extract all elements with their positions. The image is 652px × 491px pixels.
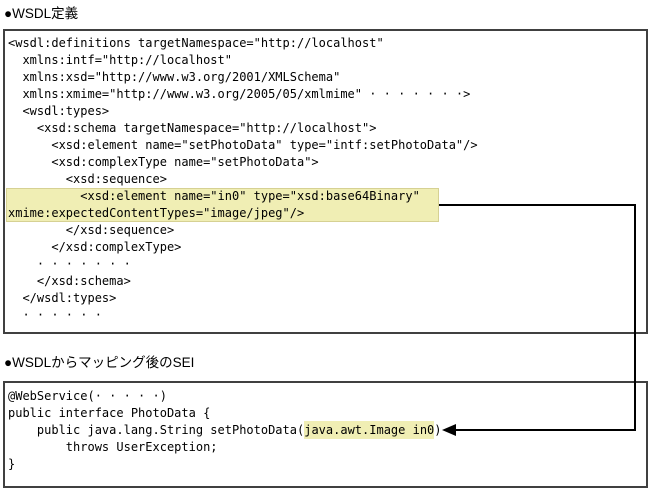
code-line: · · · · · ·: [8, 308, 102, 322]
code-line: <xsd:schema targetNamespace="http://loca…: [8, 121, 377, 135]
code-line: <wsdl:types>: [8, 104, 110, 118]
sei-code-box: @WebService(· · · · ·) public interface …: [3, 381, 648, 488]
sei-code: @WebService(· · · · ·) public interface …: [5, 383, 646, 473]
wsdl-code-box: <wsdl:definitions targetNamespace="http:…: [3, 29, 648, 334]
code-line: </xsd:sequence>: [8, 223, 175, 237]
code-line: <xsd:complexType name="setPhotoData">: [8, 155, 319, 169]
code-line-highlighted: xmime:expectedContentTypes="image/jpeg"/…: [8, 206, 305, 220]
code-line: throws UserException;: [8, 440, 218, 454]
figure-root: ●WSDL定義 <wsdl:definitions targetNamespac…: [0, 0, 652, 491]
connector-line-bottom: [454, 429, 636, 431]
wsdl-code: <wsdl:definitions targetNamespace="http:…: [5, 31, 646, 324]
wsdl-definition-heading: ●WSDL定義: [4, 6, 79, 21]
code-line: }: [8, 457, 16, 471]
code-line: public interface PhotoData {: [8, 406, 211, 420]
code-line: <xsd:sequence>: [8, 172, 167, 186]
connector-line-top: [439, 204, 636, 206]
code-line: · · · · · · ·: [8, 257, 131, 271]
sei-highlight: java.awt.Image in0: [304, 421, 435, 439]
code-line: @WebService(· · · · ·): [8, 389, 167, 403]
connector-line-vertical: [634, 204, 636, 431]
left-arrowhead-icon: [442, 424, 456, 436]
code-line: xmlns:intf="http://localhost": [8, 53, 232, 67]
code-line-highlighted: <xsd:element name="in0" type="xsd:base64…: [8, 189, 420, 203]
code-line: <xsd:element name="setPhotoData" type="i…: [8, 138, 478, 152]
sei-heading: ●WSDLからマッピング後のSEI: [4, 355, 195, 370]
code-line: </wsdl:types>: [8, 291, 117, 305]
signature-suffix: ): [434, 423, 442, 437]
code-line: xmlns:xsd="http://www.w3.org/2001/XMLSch…: [8, 70, 341, 84]
code-line: <wsdl:definitions targetNamespace="http:…: [8, 36, 384, 50]
code-line: xmlns:xmime="http://www.w3.org/2005/05/x…: [8, 87, 471, 101]
signature-prefix: public java.lang.String setPhotoData(: [8, 423, 305, 437]
code-line: </xsd:complexType>: [8, 240, 182, 254]
code-line: </xsd:schema>: [8, 274, 131, 288]
